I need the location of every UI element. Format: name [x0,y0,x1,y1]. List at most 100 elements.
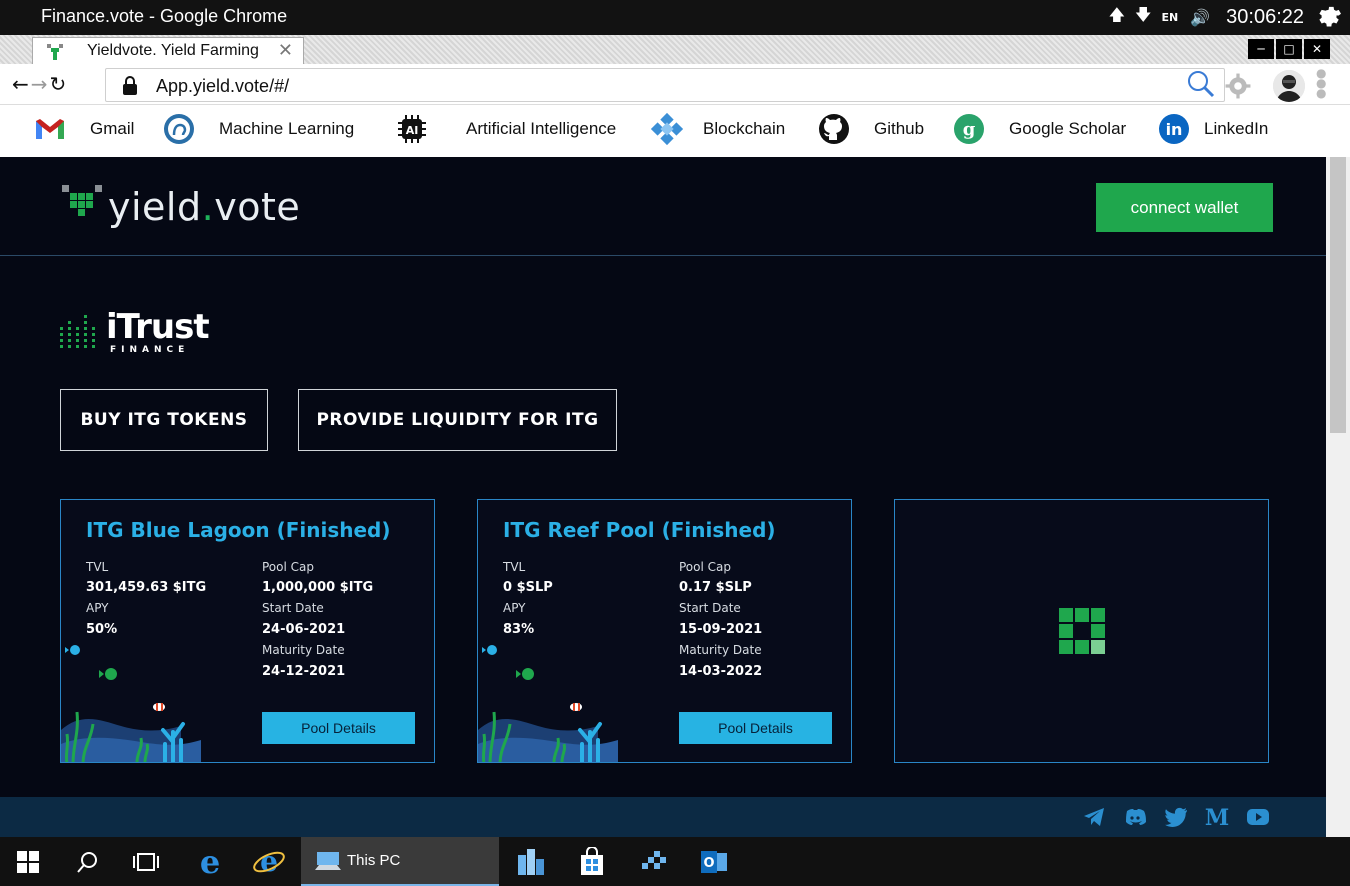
maturity-date-value: 14-03-2022 [679,664,763,679]
search-icon [77,851,97,873]
search-button[interactable] [62,837,114,886]
maturity-date-value: 24-12-2021 [262,664,346,679]
yieldvote-logo-icon [62,185,102,216]
close-window-button[interactable]: ✕ [1304,39,1330,59]
svg-text:in: in [1166,120,1183,139]
profile-avatar[interactable] [1273,70,1305,102]
volume-icon[interactable]: 🔊 [1190,8,1210,27]
start-button[interactable] [0,837,56,886]
extension-gear-icon[interactable] [1225,73,1251,99]
outlook-icon: O [701,850,727,873]
svg-text:O: O [703,856,714,871]
apy-label: APY [86,601,109,615]
browser-menu-icon[interactable]: ● ● ● [1316,67,1326,99]
download-arrow-icon: 🡇 [1135,5,1152,24]
web-page: yield.vote connect wallet iTrust FINANCE… [0,157,1326,837]
keyboard-language[interactable]: EN [1161,11,1178,24]
bookmarks-bar: Gmail Machine Learning AI Artificial Int… [0,105,1350,157]
start-date-value: 15-09-2021 [679,622,763,637]
pool-cap-value: 1,000,000 $ITG [262,580,374,595]
forward-arrow-icon[interactable]: → [31,72,50,96]
telegram-icon[interactable] [1082,805,1106,829]
yieldvote-favicon-icon [47,44,63,60]
svg-text:M: M [1205,805,1229,829]
lock-icon [123,76,137,95]
bookmark-machine-learning[interactable]: Machine Learning [163,105,354,153]
pool-title: ITG Reef Pool (Finished) [503,518,776,542]
pool-details-button[interactable]: Pool Details [262,712,415,744]
connect-wallet-button[interactable]: connect wallet [1096,183,1273,232]
pool-card: ITG Blue Lagoon (Finished) TVL 301,459.6… [60,499,435,763]
itrust-brand-sub: FINANCE [110,345,190,355]
blockchain-icon [651,112,683,146]
pool-card: ITG Reef Pool (Finished) TVL 0 $SLP APY … [477,499,852,763]
provide-liquidity-button[interactable]: PROVIDE LIQUIDITY FOR ITG [298,389,617,451]
apy-value: 50% [86,622,118,637]
svg-text:g: g [963,119,976,140]
bookmark-artificial-intelligence[interactable]: AI Artificial Intelligence [396,105,616,153]
address-bar: ←→↻ App.yield.vote/#/ ● ● ● [0,64,1350,105]
tvl-label: TVL [86,560,109,574]
loading-pool-card [894,499,1269,763]
task-view-button[interactable] [120,837,172,886]
reload-icon[interactable]: ↻ [50,72,69,96]
site-logo-text[interactable]: yield.vote [108,185,300,229]
pool-cap-label: Pool Cap [679,560,731,574]
zoom-icon[interactable] [1186,69,1216,99]
browser-tab[interactable]: Yieldvote. Yield Farming ✕ [32,37,304,64]
outlook-taskbar-item[interactable]: O [688,837,740,886]
gmail-icon [34,113,66,145]
ai-chip-icon: AI [396,113,428,145]
tvl-value: 0 $SLP [503,580,553,595]
discord-icon[interactable] [1123,805,1147,829]
os-title-bar: Finance.vote - Google Chrome 🡅 🡇 EN 🔊 30… [0,0,1350,35]
itrust-brand-name: iTrust [106,307,210,347]
bookmark-gmail[interactable]: Gmail [34,105,134,153]
start-date-label: Start Date [679,601,741,615]
page-scrollbar[interactable] [1326,157,1350,837]
bookmark-google-scholar[interactable]: g Google Scholar [953,105,1126,153]
bookmark-blockchain[interactable]: Blockchain [651,105,785,153]
internet-explorer-taskbar-item[interactable]: e [243,837,295,886]
apy-label: APY [503,601,526,615]
tab-close-icon[interactable]: ✕ [278,40,293,61]
reef-illustration [478,645,618,762]
blockchain-app-taskbar-item[interactable] [627,837,679,886]
itrust-bars-icon [60,315,95,348]
maximize-button[interactable]: □ [1276,39,1302,59]
buy-itg-tokens-button[interactable]: BUY ITG TOKENS [60,389,268,451]
linkedin-icon: in [1158,113,1190,145]
buildings-icon [518,848,544,875]
city-app-taskbar-item[interactable] [505,837,557,886]
url-field[interactable]: App.yield.vote/#/ [105,68,1225,102]
this-pc-taskbar-item[interactable]: This PC [301,837,499,886]
settings-gear-icon[interactable] [1316,3,1342,33]
edge-taskbar-item[interactable]: e [184,837,236,886]
pool-details-button[interactable]: Pool Details [679,712,832,744]
google-scholar-icon: g [953,113,985,145]
window-title: Finance.vote - Google Chrome [41,6,288,26]
back-arrow-icon[interactable]: ← [12,72,31,96]
scrollbar-thumb[interactable] [1330,157,1346,433]
reef-illustration [61,645,201,762]
store-taskbar-item[interactable] [566,837,618,886]
bookmark-linkedin[interactable]: in LinkedIn [1158,105,1268,153]
youtube-icon[interactable] [1246,805,1270,829]
navigation-controls: ←→↻ [12,72,68,96]
github-icon [818,113,850,145]
this-pc-label: This PC [347,852,401,869]
upload-arrow-icon: 🡅 [1108,5,1126,24]
pool-title: ITG Blue Lagoon (Finished) [86,518,391,542]
pool-cap-label: Pool Cap [262,560,314,574]
maturity-date-label: Maturity Date [262,643,345,657]
windows-logo-icon [17,850,39,873]
minimize-button[interactable]: ─ [1248,39,1274,59]
medium-icon[interactable]: M [1205,805,1229,829]
task-view-icon [133,852,159,871]
twitter-icon[interactable] [1164,805,1188,829]
itrust-finance-logo: iTrust FINANCE [60,307,210,357]
tab-strip: Yieldvote. Yield Farming ✕ ─ □ ✕ [0,35,1350,64]
pool-cap-value: 0.17 $SLP [679,580,752,595]
store-icon [581,846,603,875]
bookmark-github[interactable]: Github [818,105,924,153]
